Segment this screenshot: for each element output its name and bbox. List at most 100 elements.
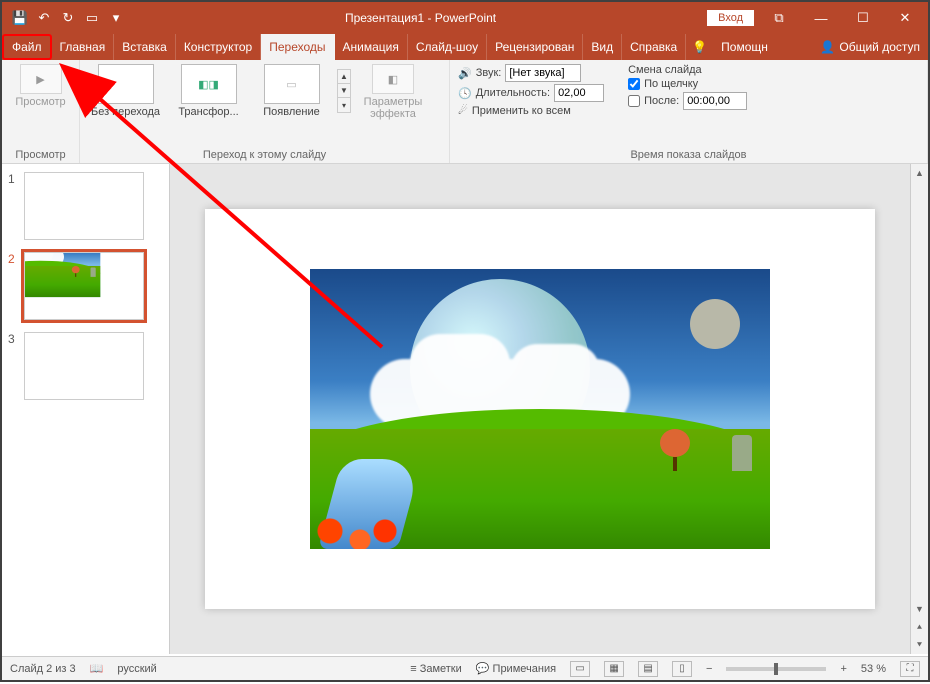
ribbon-display-options-icon[interactable]: ⧉ [762, 6, 796, 30]
apply-all-button[interactable]: Применить ко всем [472, 105, 571, 117]
minimize-icon[interactable]: — [804, 6, 838, 30]
group-label-timing: Время показа слайдов [458, 147, 919, 161]
title-bar: 💾 ↶ ↻ ▭ ▾ Презентация1 - PowerPoint Вход… [2, 2, 928, 34]
scroll-up-icon[interactable]: ▲ [911, 164, 928, 182]
comments-button[interactable]: 💬 Примечания [476, 662, 556, 675]
slide-position: Слайд 2 из 3 [10, 663, 76, 675]
notes-label: Заметки [420, 663, 462, 675]
window-title: Презентация1 - PowerPoint [134, 11, 707, 25]
tab-help[interactable]: Справка [622, 34, 686, 60]
duration-icon: 🕓 [458, 87, 472, 100]
effect-options-button[interactable]: ◧ Параметры эффекта [361, 64, 425, 120]
transition-morph-icon: ◧◨ [181, 64, 237, 104]
next-slide-icon[interactable]: ⯆ [911, 636, 928, 654]
slide-thumb [24, 332, 144, 400]
qat-customize-icon[interactable]: ▾ [106, 8, 126, 28]
advance-slide-label: Смена слайда [628, 64, 747, 76]
tab-transitions[interactable]: Переходы [261, 34, 334, 60]
tab-review[interactable]: Рецензирован [487, 34, 583, 60]
tab-animations[interactable]: Анимация [335, 34, 408, 60]
transition-fade[interactable]: ▭ Появление [254, 64, 329, 118]
group-label-preview: Просмотр [10, 147, 71, 161]
duration-input[interactable] [554, 84, 604, 102]
tab-slideshow[interactable]: Слайд-шоу [408, 34, 487, 60]
normal-view-icon[interactable]: ▭ [570, 661, 590, 677]
sound-select[interactable] [505, 64, 581, 82]
status-bar: Слайд 2 из 3 📖 русский ≡ Заметки 💬 Приме… [2, 656, 928, 680]
work-area: 1 2 3 [2, 164, 928, 654]
slide-panel[interactable]: 1 2 3 [2, 164, 170, 654]
tab-file[interactable]: Файл [2, 34, 52, 60]
effect-options-label: Параметры эффекта [361, 96, 425, 120]
slideshow-view-icon[interactable]: ▯ [672, 661, 692, 677]
gallery-expand-icon[interactable]: ▾ [338, 98, 350, 112]
tab-tellme[interactable]: Помощн [713, 34, 776, 60]
fit-to-window-icon[interactable]: ⛶ [900, 661, 920, 677]
apply-all-icon: ☄ [458, 104, 468, 117]
slide-thumb-1[interactable]: 1 [8, 172, 163, 240]
slide-thumb [24, 252, 144, 320]
slide-number: 3 [8, 332, 18, 346]
zoom-out-icon[interactable]: − [706, 663, 712, 675]
preview-icon: ▶ [20, 64, 62, 94]
zoom-in-icon[interactable]: + [840, 663, 846, 675]
on-click-label: По щелчку [644, 78, 698, 90]
tab-view[interactable]: Вид [583, 34, 622, 60]
after-time-input[interactable] [683, 92, 747, 110]
ribbon-group-timing: 🔊 Звук: 🕓 Длительность: ☄ Применить ко в… [450, 60, 928, 163]
transition-morph-label: Трансфор... [178, 106, 238, 118]
scroll-down-icon[interactable]: ▼ [911, 600, 928, 618]
on-click-checkbox[interactable] [628, 78, 640, 90]
preview-button[interactable]: ▶ Просмотр [10, 64, 71, 108]
tab-home[interactable]: Главная [52, 34, 115, 60]
vertical-scrollbar[interactable]: ▲ ▼ ⯅ ⯆ [910, 164, 928, 654]
login-button[interactable]: Вход [707, 10, 754, 26]
share-label: Общий доступ [839, 40, 920, 54]
undo-icon[interactable]: ↶ [34, 8, 54, 28]
ribbon-group-transition: Без перехода ◧◨ Трансфор... ▭ Появление … [80, 60, 450, 163]
gallery-scroll: ▲ ▼ ▾ [337, 69, 351, 113]
prev-slide-icon[interactable]: ⯅ [911, 618, 928, 636]
tab-insert[interactable]: Вставка [114, 34, 176, 60]
preview-label: Просмотр [15, 96, 65, 108]
duration-label: Длительность: [476, 87, 550, 99]
transition-none-icon [98, 64, 154, 104]
transition-none[interactable]: Без перехода [88, 64, 163, 118]
group-label-transition: Переход к этому слайду [88, 147, 441, 161]
after-checkbox[interactable] [628, 95, 640, 107]
gallery-scroll-down-icon[interactable]: ▼ [338, 84, 350, 98]
start-from-beginning-icon[interactable]: ▭ [82, 8, 102, 28]
transition-morph[interactable]: ◧◨ Трансфор... [171, 64, 246, 118]
zoom-level[interactable]: 53 % [861, 663, 886, 675]
close-icon[interactable]: ✕ [888, 6, 922, 30]
maximize-icon[interactable]: ☐ [846, 6, 880, 30]
share-icon: 👤 [820, 40, 835, 54]
slide-thumb-3[interactable]: 3 [8, 332, 163, 400]
quick-access-toolbar: 💾 ↶ ↻ ▭ ▾ [2, 8, 134, 28]
ribbon-group-preview: ▶ Просмотр Просмотр [2, 60, 80, 163]
slide-canvas[interactable] [205, 209, 875, 609]
sound-icon: 🔊 [458, 67, 472, 80]
slide-sorter-icon[interactable]: ▦ [604, 661, 624, 677]
tellme-lightbulb-icon[interactable]: 💡 [686, 34, 713, 60]
reading-view-icon[interactable]: ▤ [638, 661, 658, 677]
share-button[interactable]: 👤 Общий доступ [812, 34, 928, 60]
effect-options-icon: ◧ [372, 64, 414, 94]
redo-icon[interactable]: ↻ [58, 8, 78, 28]
save-icon[interactable]: 💾 [10, 8, 30, 28]
transition-none-label: Без перехода [91, 106, 160, 118]
zoom-slider[interactable] [726, 667, 826, 671]
slide-canvas-area[interactable] [170, 164, 910, 654]
gallery-scroll-up-icon[interactable]: ▲ [338, 70, 350, 84]
transition-fade-label: Появление [263, 106, 319, 118]
transition-fade-icon: ▭ [264, 64, 320, 104]
title-right-controls: Вход ⧉ — ☐ ✕ [707, 6, 928, 30]
slide-thumb-2[interactable]: 2 [8, 252, 163, 320]
spellcheck-icon[interactable]: 📖 [90, 662, 104, 675]
ribbon-transitions: ▶ Просмотр Просмотр Без перехода ◧◨ Тран… [2, 60, 928, 164]
slide-number: 1 [8, 172, 18, 186]
tab-design[interactable]: Конструктор [176, 34, 261, 60]
notes-button[interactable]: ≡ Заметки [410, 663, 462, 675]
language-indicator[interactable]: русский [117, 663, 156, 675]
slide-thumb [24, 172, 144, 240]
